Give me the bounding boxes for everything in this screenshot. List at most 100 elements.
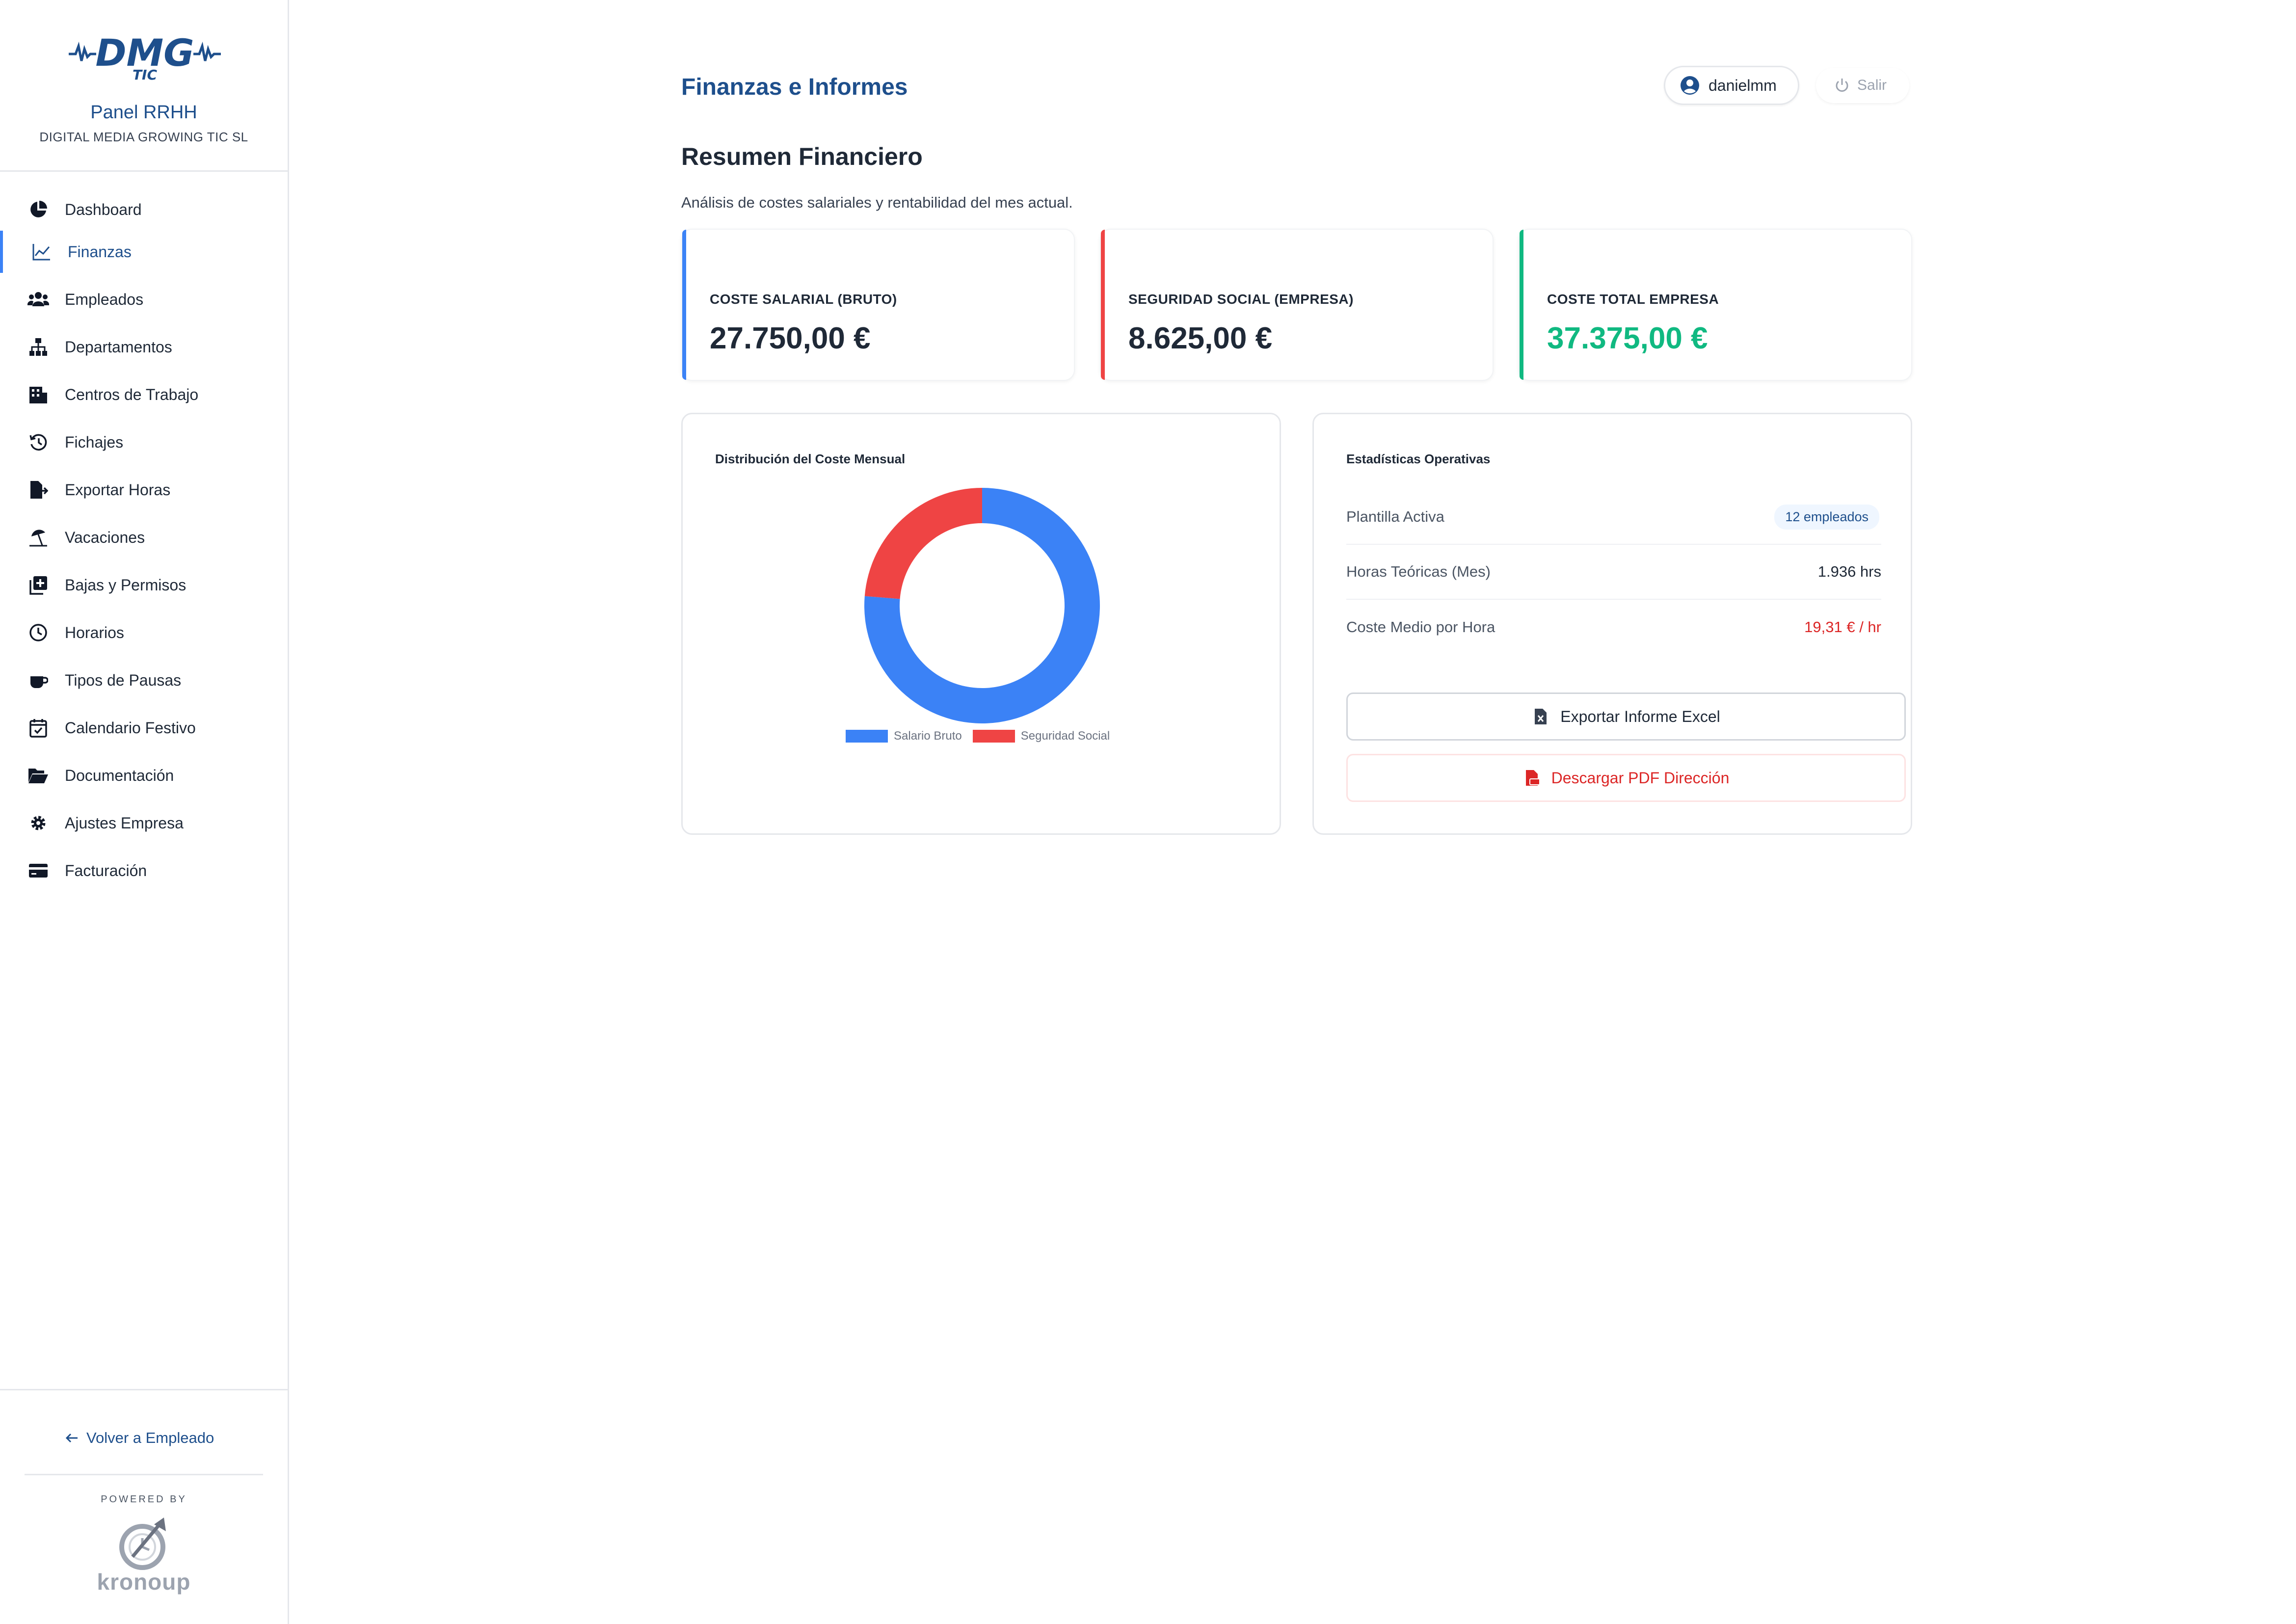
kronoup-wordmark: kronoup	[97, 1569, 191, 1595]
sidebar-item-fichajes[interactable]: Fichajes	[0, 421, 288, 463]
legend-swatch	[846, 730, 888, 743]
brand-header: DMG TIC Panel RRHH DIGITAL MEDIA GROWING…	[0, 0, 288, 172]
file-pdf-icon	[1525, 770, 1540, 786]
sidebar-item-label: Fichajes	[65, 433, 124, 451]
sidebar-item-label: Calendario Festivo	[65, 719, 196, 737]
coffee-icon	[27, 669, 49, 691]
stat-value: 1.936 hrs	[1817, 563, 1881, 580]
gear-icon	[27, 812, 49, 834]
sidebar-item-departamentos[interactable]: Departamentos	[0, 326, 288, 368]
sidebar-item-label: Exportar Horas	[65, 480, 171, 499]
power-icon	[1836, 79, 1848, 92]
stat-value: 19,31 € / hr	[1804, 618, 1881, 636]
stat-label: Horas Teóricas (Mes)	[1346, 563, 1491, 580]
sidebar-item-label: Ajustes Empresa	[65, 814, 184, 832]
logout-button[interactable]: Salir	[1816, 68, 1909, 103]
company-name: DIGITAL MEDIA GROWING TIC SL	[39, 130, 248, 144]
sidebar-item-label: Bajas y Permisos	[65, 576, 187, 594]
legend-item: Salario Bruto	[846, 729, 962, 743]
sidebar-item-horarios[interactable]: Horarios	[0, 612, 288, 654]
cost-donut-chart	[864, 488, 1100, 723]
sidebar-item-facturacion[interactable]: Facturación	[0, 850, 288, 892]
legend-label: Salario Bruto	[894, 729, 962, 743]
legend-swatch	[972, 730, 1015, 743]
donut-slice-seguridad-social	[864, 488, 982, 599]
download-pdf-button[interactable]: Descargar PDF Dirección	[1346, 754, 1906, 802]
kpi-label: COSTE SALARIAL (BRUTO)	[710, 292, 897, 307]
sidebar-item-ajustes[interactable]: Ajustes Empresa	[0, 802, 288, 844]
sidebar-item-label: Empleados	[65, 290, 144, 308]
svg-text:TIC: TIC	[133, 67, 158, 81]
page-title: Finanzas e Informes	[681, 74, 908, 100]
sidebar-item-label: Centros de Trabajo	[65, 385, 199, 403]
sidebar-item-label: Tipos de Pausas	[65, 671, 182, 689]
kpi-card-total-cost: COSTE TOTAL EMPRESA 37.375,00 €	[1519, 229, 1912, 381]
umbrella-beach-icon	[27, 527, 49, 548]
kpi-value: 37.375,00 €	[1547, 321, 1708, 355]
export-excel-label: Exportar Informe Excel	[1560, 707, 1720, 725]
sidebar-item-pausas[interactable]: Tipos de Pausas	[0, 659, 288, 701]
powered-by-label: POWERED BY	[101, 1494, 187, 1505]
sidebar-item-label: Vacaciones	[65, 528, 145, 546]
stat-label: Plantilla Activa	[1346, 508, 1444, 525]
sidebar-item-centros[interactable]: Centros de Trabajo	[0, 373, 288, 416]
kpi-accent-bar	[1101, 230, 1105, 380]
sidebar-item-label: Documentación	[65, 766, 174, 784]
clock-icon	[27, 622, 49, 643]
sidebar-item-empleados[interactable]: Empleados	[0, 278, 288, 320]
sidebar-item-dashboard[interactable]: Dashboard	[0, 188, 288, 231]
stat-row-horas: Horas Teóricas (Mes) 1.936 hrs	[1346, 545, 1881, 600]
kpi-accent-bar	[682, 230, 686, 380]
chart-pie-icon	[27, 199, 49, 220]
kpi-value: 27.750,00 €	[710, 321, 871, 355]
building-icon	[27, 384, 49, 405]
arrow-left-icon	[65, 1433, 78, 1443]
export-excel-button[interactable]: Exportar Informe Excel	[1346, 692, 1906, 741]
sidebar-item-calendario[interactable]: Calendario Festivo	[0, 707, 288, 749]
logout-label: Salir	[1857, 77, 1887, 93]
stats-panel: Estadísticas Operativas Plantilla Activa…	[1312, 413, 1912, 835]
sidebar-item-label: Facturación	[65, 861, 147, 879]
credit-card-icon	[27, 860, 49, 881]
sitemap-icon	[27, 336, 49, 358]
divider	[0, 1389, 288, 1390]
dmg-logo: DMG TIC	[69, 31, 221, 81]
sidebar-item-vacaciones[interactable]: Vacaciones	[0, 516, 288, 559]
kpi-accent-bar	[1520, 230, 1523, 380]
file-excel-icon	[1535, 709, 1547, 724]
sidebar-item-bajas[interactable]: Bajas y Permisos	[0, 564, 288, 606]
sidebar-item-finanzas[interactable]: Finanzas	[0, 231, 288, 273]
chart-legend: Salario Bruto Seguridad Social	[846, 729, 1121, 743]
chart-line-icon	[30, 241, 52, 263]
medical-files-icon	[27, 574, 49, 596]
sidebar-item-label: Horarios	[65, 623, 124, 641]
divider	[25, 1474, 263, 1475]
calendar-check-icon	[27, 717, 49, 739]
legend-label: Seguridad Social	[1020, 729, 1110, 743]
kpi-value: 8.625,00 €	[1128, 321, 1273, 355]
sidebar-item-exportar-horas[interactable]: Exportar Horas	[0, 469, 288, 511]
summary-subtitle: Análisis de costes salariales y rentabil…	[681, 194, 1073, 211]
stat-row-plantilla: Plantilla Activa 12 empleados	[1346, 490, 1881, 545]
stat-label: Coste Medio por Hora	[1346, 618, 1495, 636]
sidebar-item-documentacion[interactable]: Documentación	[0, 754, 288, 797]
kpi-label: COSTE TOTAL EMPRESA	[1547, 292, 1719, 307]
user-circle-icon	[1681, 76, 1699, 95]
kpi-card-social-security: SEGURIDAD SOCIAL (EMPRESA) 8.625,00 €	[1100, 229, 1494, 381]
sidebar-item-label: Departamentos	[65, 338, 172, 356]
stats-title: Estadísticas Operativas	[1346, 452, 1491, 466]
back-to-employee-link[interactable]: Volver a Empleado	[64, 1426, 214, 1450]
kpi-card-salary: COSTE SALARIAL (BRUTO) 27.750,00 €	[681, 229, 1075, 381]
legend-item: Seguridad Social	[972, 729, 1110, 743]
history-icon	[27, 431, 49, 453]
users-icon	[27, 289, 49, 310]
sidebar: DMG TIC Panel RRHH DIGITAL MEDIA GROWING…	[0, 0, 289, 1624]
kpi-label: SEGURIDAD SOCIAL (EMPRESA)	[1128, 292, 1354, 307]
user-menu-button[interactable]: danielmm	[1664, 66, 1799, 105]
username: danielmm	[1709, 76, 1777, 94]
employee-count-badge: 12 empleados	[1774, 504, 1879, 530]
panel-title: Panel RRHH	[90, 102, 197, 123]
kronoup-logo-icon	[119, 1518, 166, 1570]
download-pdf-label: Descargar PDF Dirección	[1551, 769, 1730, 787]
sidebar-item-label: Dashboard	[65, 200, 142, 218]
